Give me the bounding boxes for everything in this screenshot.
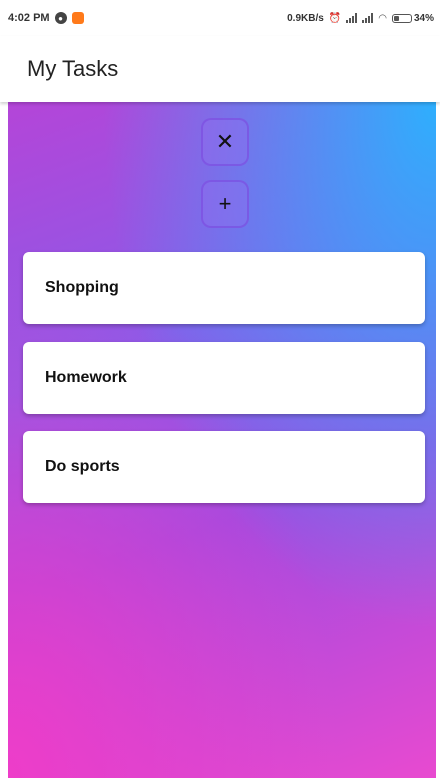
close-icon: ✕ [215,129,235,154]
plus-icon: + [218,191,232,216]
wifi-icon: ◠ [378,12,387,24]
page-title: My Tasks [27,56,119,81]
app-screen: 4:02 PM ● 0.9KB/s ⏰ ◠ 34% My Tasks ✕ + S… [0,0,440,778]
task-label: Do sports [45,458,120,475]
notification-app-icon [71,12,84,24]
network-speed: 0.9KB/s [287,12,324,24]
close-button[interactable]: ✕ [201,118,249,166]
battery-percent: 34% [413,12,434,24]
battery-icon: 34% [391,12,434,24]
status-left: 4:02 PM ● [8,12,84,24]
signal-icon [346,13,358,23]
app-bar: My Tasks [0,36,440,102]
task-label: Homework [45,369,127,386]
task-card[interactable]: Do sports [23,431,425,503]
task-list-area: ✕ + Shopping Homework Do sports [8,102,436,778]
signal-icon [362,13,374,23]
status-bar: 4:02 PM ● 0.9KB/s ⏰ ◠ 34% [0,0,440,36]
alarm-icon: ⏰ [328,12,342,24]
notification-app-icon: ● [54,12,67,24]
status-right: 0.9KB/s ⏰ ◠ 34% [287,13,434,24]
add-task-button[interactable]: + [201,180,249,228]
task-card[interactable]: Homework [23,342,425,414]
task-card[interactable]: Shopping [23,252,425,324]
status-time: 4:02 PM [8,12,50,24]
task-label: Shopping [45,279,119,296]
